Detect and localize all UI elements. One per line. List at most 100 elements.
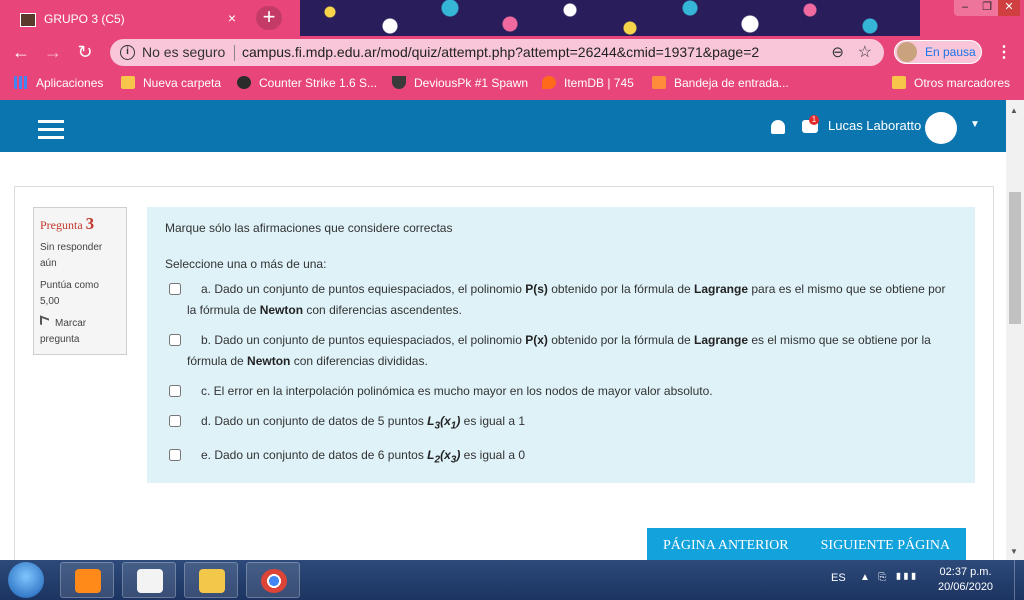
answer-d-text: d. Dado un conjunto de datos de 5 puntos… (201, 414, 526, 432)
info-icon[interactable]: i (120, 45, 135, 60)
answer-a-checkbox[interactable] (169, 283, 181, 295)
forward-arrow-icon[interactable]: → (42, 41, 64, 63)
reload-icon[interactable]: ↻ (74, 41, 96, 63)
answer-a-text: a. Dado un conjunto de puntos equiespaci… (187, 282, 946, 317)
answer-e-checkbox[interactable] (169, 449, 181, 462)
quiz-card: Pregunta 3 Sin responder aún Puntúa como… (14, 186, 994, 586)
new-tab-button[interactable]: + (256, 6, 282, 30)
url-text[interactable]: campus.fi.mdp.edu.ar/mod/quiz/attempt.ph… (242, 44, 759, 60)
answer-option-d: d. Dado un conjunto de datos de 5 puntos… (165, 411, 957, 436)
user-avatar[interactable] (925, 112, 957, 144)
notification-bell-icon[interactable] (771, 120, 785, 134)
browser-tab[interactable]: GRUPO 3 (C5) × (8, 4, 246, 36)
bookmark-label: DeviousPk #1 Spawn (414, 76, 529, 90)
start-button[interactable] (8, 562, 44, 598)
tab-title: GRUPO 3 (C5) (44, 12, 125, 26)
window-controls: – ❐ ✕ (954, 0, 1020, 16)
browser-menu-icon[interactable]: ⋮ (996, 42, 1012, 62)
user-name[interactable]: Lucas Laboratto (828, 118, 921, 133)
close-window-icon[interactable]: ✕ (998, 0, 1020, 16)
profile-avatar (897, 42, 917, 62)
fire-icon (542, 76, 556, 89)
taskbar-chrome[interactable] (246, 562, 300, 598)
shield-icon (392, 76, 406, 89)
zoom-icon[interactable]: ⊖ (831, 43, 844, 61)
tab-close-icon[interactable]: × (228, 10, 236, 26)
bookmarks-bar: Aplicaciones Nueva carpeta Counter Strik… (0, 68, 1024, 100)
clock-time: 02:37 p.m. (939, 566, 992, 578)
folder-icon (892, 76, 906, 89)
flag-question-link[interactable]: Marcar pregunta (40, 315, 120, 348)
moodle-favicon-icon (20, 13, 36, 27)
chrome-icon (261, 569, 287, 593)
bookmark-apps[interactable]: Aplicaciones (14, 76, 103, 90)
moodle-navbar: 1 Lucas Laboratto ▼ (0, 100, 1006, 152)
answer-c-checkbox[interactable] (169, 385, 181, 397)
bookmark-label: ItemDB | 745 (564, 76, 634, 90)
scroll-up-icon[interactable]: ▲ (1010, 106, 1018, 115)
back-arrow-icon[interactable]: ← (10, 41, 32, 63)
scroll-down-icon[interactable]: ▼ (1010, 547, 1018, 556)
system-tray-icons[interactable]: ▲ ⎘ ▮▮▮ (860, 572, 917, 583)
next-page-button[interactable]: SIGUIENTE PÁGINA (804, 528, 967, 564)
question-points: Puntúa como 5,00 (40, 280, 99, 307)
question-number: Pregunta 3 (40, 214, 120, 234)
address-separator (234, 45, 235, 61)
folder-icon (199, 569, 225, 593)
show-desktop-button[interactable] (1014, 560, 1024, 600)
question-text: Marque sólo las afirmaciones que conside… (165, 221, 453, 235)
clock-date: 20/06/2020 (938, 581, 994, 593)
bookmark-label: Counter Strike 1.6 S... (259, 76, 378, 90)
security-label[interactable]: No es seguro (142, 44, 225, 60)
previous-page-button[interactable]: PÁGINA ANTERIOR (647, 528, 805, 564)
question-formulation: Marque sólo las afirmaciones que conside… (147, 207, 975, 483)
bookmark-itemdb[interactable]: ItemDB | 745 (542, 76, 634, 90)
windows-taskbar: ES ▲ ⎘ ▮▮▮ 02:37 p.m. 20/06/2020 (0, 560, 1024, 600)
media-player-icon (75, 569, 101, 593)
restore-icon[interactable]: ❐ (976, 0, 998, 16)
answer-option-e: e. Dado un conjunto de datos de 6 puntos… (165, 445, 957, 470)
page-navigation-buttons: PÁGINA ANTERIOR SIGUIENTE PÁGINA (647, 528, 967, 564)
flag-icon (40, 315, 49, 328)
hamburger-menu-icon[interactable] (38, 120, 64, 139)
answer-prompt: Seleccione una o más de una: (165, 257, 327, 271)
scrollbar-thumb[interactable] (1009, 192, 1021, 324)
taskbar-clock[interactable]: 02:37 p.m. 20/06/2020 (938, 565, 993, 595)
cs-icon (237, 76, 251, 89)
user-menu-caret-icon[interactable]: ▼ (970, 119, 980, 130)
page-scrollbar[interactable]: ▲ ▼ (1006, 100, 1024, 560)
message-count-badge: 1 (809, 115, 819, 125)
bookmark-star-icon[interactable]: ☆ (858, 42, 872, 62)
answer-d-checkbox[interactable] (169, 415, 181, 427)
browser-toolbar: ← → ↻ i No es seguro campus.fi.mdp.edu.a… (0, 36, 1024, 68)
foro-icon (652, 76, 666, 89)
paint-icon (137, 569, 163, 593)
profile-button[interactable]: En pausa (894, 40, 982, 64)
browser-theme-background (300, 0, 920, 36)
bookmark-counter-strike[interactable]: Counter Strike 1.6 S... (237, 76, 377, 90)
taskbar-paint[interactable] (122, 562, 176, 598)
page-content: Pregunta 3 Sin responder aún Puntúa como… (0, 152, 1006, 586)
bookmark-bandeja[interactable]: Bandeja de entrada... (652, 76, 789, 90)
taskbar-media-player[interactable] (60, 562, 114, 598)
address-bar[interactable]: i No es seguro campus.fi.mdp.edu.ar/mod/… (110, 39, 884, 66)
tab-strip: GRUPO 3 (C5) × + – ❐ ✕ (0, 0, 1024, 36)
taskbar-explorer[interactable] (184, 562, 238, 598)
bookmark-label: Bandeja de entrada... (674, 76, 789, 90)
bookmark-otros[interactable]: Otros marcadores (892, 76, 1010, 90)
question-status: Sin responder aún (40, 242, 103, 269)
bookmark-label: Aplicaciones (36, 76, 104, 90)
bookmark-nueva-carpeta[interactable]: Nueva carpeta (121, 76, 221, 90)
folder-icon (121, 76, 135, 89)
apps-grid-icon (14, 76, 28, 89)
bookmark-deviouspk[interactable]: DeviousPk #1 Spawn (392, 76, 528, 90)
answer-b-text: b. Dado un conjunto de puntos equiespaci… (187, 333, 931, 368)
minimize-icon[interactable]: – (954, 0, 976, 16)
answer-e-text: e. Dado un conjunto de datos de 6 puntos… (201, 448, 526, 466)
answer-option-a: a. Dado un conjunto de puntos equiespaci… (165, 279, 957, 321)
bookmark-label: Nueva carpeta (143, 76, 222, 90)
profile-status: En pausa (925, 45, 976, 59)
answer-option-c: c. El error en la interpolación polinómi… (165, 381, 957, 402)
answer-b-checkbox[interactable] (169, 334, 181, 346)
language-indicator[interactable]: ES (831, 572, 846, 584)
